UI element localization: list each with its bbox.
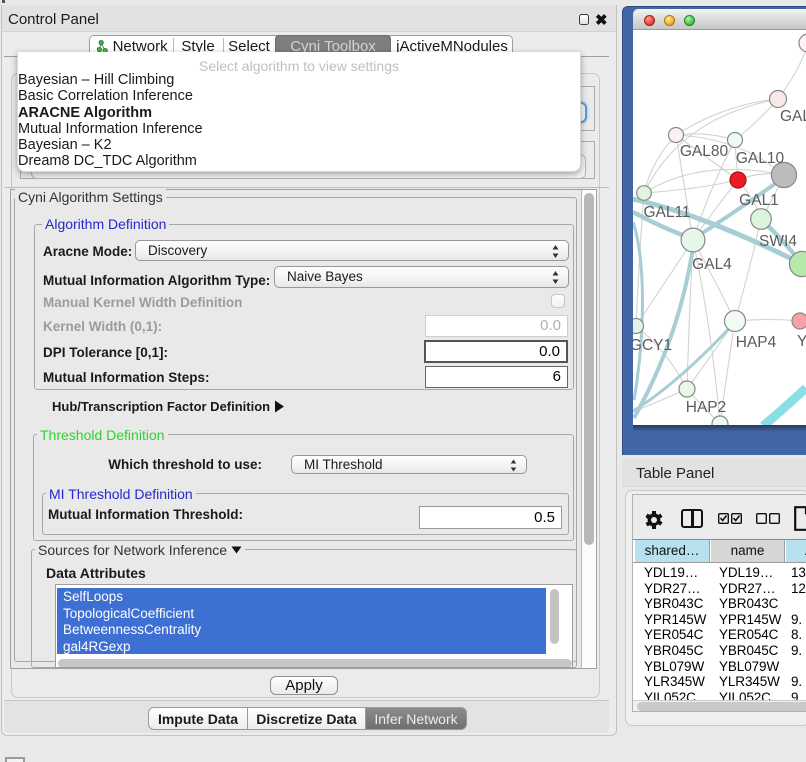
svg-text:GAL2: GAL2 <box>780 108 806 125</box>
svg-text:GAL1: GAL1 <box>739 192 779 209</box>
svg-text:GAL11: GAL11 <box>643 204 690 221</box>
svg-text:SWI4: SWI4 <box>759 233 797 250</box>
svg-text:GAL10: GAL10 <box>736 150 785 167</box>
svg-text:GCY1: GCY1 <box>633 337 672 354</box>
svg-text:GAL4: GAL4 <box>692 256 732 273</box>
svg-text:HAP4: HAP4 <box>736 334 777 351</box>
svg-text:HAP2: HAP2 <box>686 399 727 416</box>
svg-text:GAL80: GAL80 <box>680 143 729 160</box>
svg-text:Y: Y <box>797 333 806 350</box>
